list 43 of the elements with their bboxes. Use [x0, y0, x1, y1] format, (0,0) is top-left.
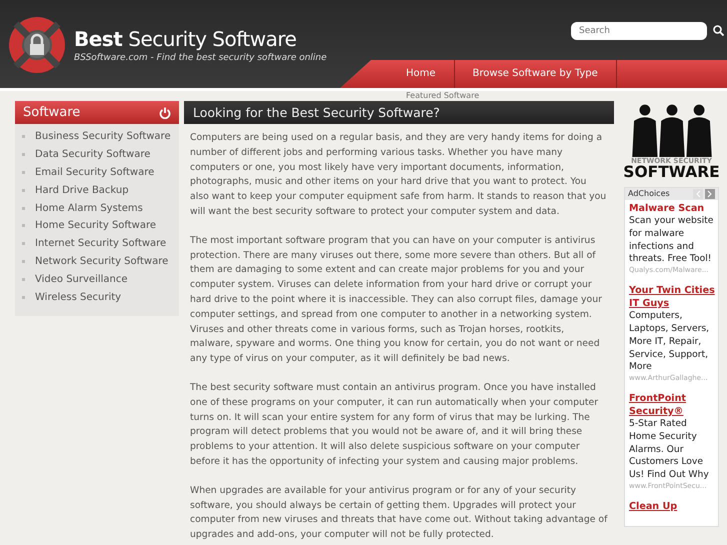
- ad-title-link[interactable]: Your Twin Cities IT Guys: [629, 285, 715, 310]
- nav-link[interactable]: Browse Software by Type: [472, 60, 617, 88]
- sidebar-title: Software: [23, 105, 80, 120]
- ad-title-link[interactable]: Malware Scan: [629, 202, 715, 216]
- bullet-icon: [22, 135, 25, 138]
- padlock-logo-icon: [8, 16, 66, 74]
- search-field[interactable]: Search: [571, 22, 707, 40]
- search-icon[interactable]: [713, 25, 724, 36]
- ad-title-link[interactable]: FrontPoint Security®: [629, 392, 715, 418]
- bullet-icon: [22, 242, 25, 246]
- bullet-icon: [22, 206, 25, 210]
- sidebar-link[interactable]: Email Security Software: [35, 166, 154, 178]
- bullet-icon: [22, 260, 25, 263]
- ad-text: Computers, Laptops, Servers, More IT, Repair, Service, Support, More: [629, 310, 710, 374]
- bullet-icon: [22, 296, 25, 299]
- sidebar-link[interactable]: Network Security Software: [35, 256, 168, 267]
- bullet-icon: [22, 224, 25, 228]
- article-heading: Looking for the Best Security Software?: [184, 101, 614, 124]
- bullet-icon: [22, 153, 25, 156]
- power-icon: [159, 106, 171, 118]
- site-tagline: BSSoftware.com - Find the best security software online: [74, 53, 327, 63]
- nav-link[interactable]: Home: [406, 60, 455, 88]
- sidebar-link[interactable]: Wireless Security: [35, 292, 122, 303]
- article-paragraph: The most important software program that you can have on your computer is antivirus protection. There are many viruses out there, some more severe than others. But all of them are damaging to some extent and can create major problems for you and your computer system. Viruses can delete information from your hard drive or corrupt your hard drive to the point where it is inaccessible. They can also corrupt files, damage your computer settings, and spread from one computer to another in a networking system. Viruses and other threats come in various forms, such as Trojan horses, rootkits, malware, spyware and worms. One thing you know for certain, you do not want or need any type of virus on your computer, as it will definitely be bad news.: [189, 234, 603, 366]
- ad-text: 5-Star Rated Home Security Alarms. Our Customers Love Us! Find Out Why: [629, 418, 710, 482]
- sidebar-link[interactable]: Home Security Software: [35, 220, 156, 232]
- ad-title-link[interactable]: Clean Up: [629, 500, 715, 514]
- sidebar-link[interactable]: Hard Drive Backup: [35, 184, 129, 196]
- nav-link[interactable]: Featured Software: [406, 91, 480, 100]
- bullet-icon: [22, 188, 25, 192]
- sidebar-link[interactable]: Data Security Software: [35, 149, 150, 160]
- bullet-icon: [22, 278, 25, 281]
- site-title: Best Security Software: [74, 27, 298, 51]
- sidebar-link[interactable]: Internet Security Software: [35, 238, 166, 250]
- sidebar-link[interactable]: Video Surveillance: [35, 274, 128, 285]
- sidebar-link[interactable]: Business Security Software: [35, 131, 171, 142]
- arrow-buttons-icon[interactable]: [693, 188, 715, 198]
- article-paragraph: When upgrades are available for your antivirus program or for any of your security software, you should always be certain of getting them. Upgrades will protect your computer from new viruses and threats that have come out. Without taking advantage of upgrades and add-ons, your computer will not be fully protected.: [189, 484, 609, 542]
- article-paragraph: The best security software must contain an antivirus program. Once you have installed one of these programs on your computer, it can run automatically when your computer turns on. It will scan your entire system for any form of virus that may be lurking. The program will detect problems that you would not be aware of, and it will bring these problems to your attention. It will also delete suspicious software on your computer before it has the opportunity of infecting your system and causing major problems.: [189, 380, 600, 469]
- article-paragraph: Computers are being used on a regular basis, and they are very handy items for doing a number of different jobs and performing various tasks. Whether you have many computers or one, you most likely have very important documents, information, photographs, music and other items on your hard drive that you want to protect. You also want to keep your computer equipment safe from harm. It stands to reason that you will want the best security software to protect your computer system and data.: [189, 131, 608, 219]
- ad-text: Scan your website for malware infections and threats. Free Tool!: [629, 215, 714, 266]
- bullet-icon: [22, 170, 25, 174]
- sidebar-link[interactable]: Home Alarm Systems: [35, 202, 143, 214]
